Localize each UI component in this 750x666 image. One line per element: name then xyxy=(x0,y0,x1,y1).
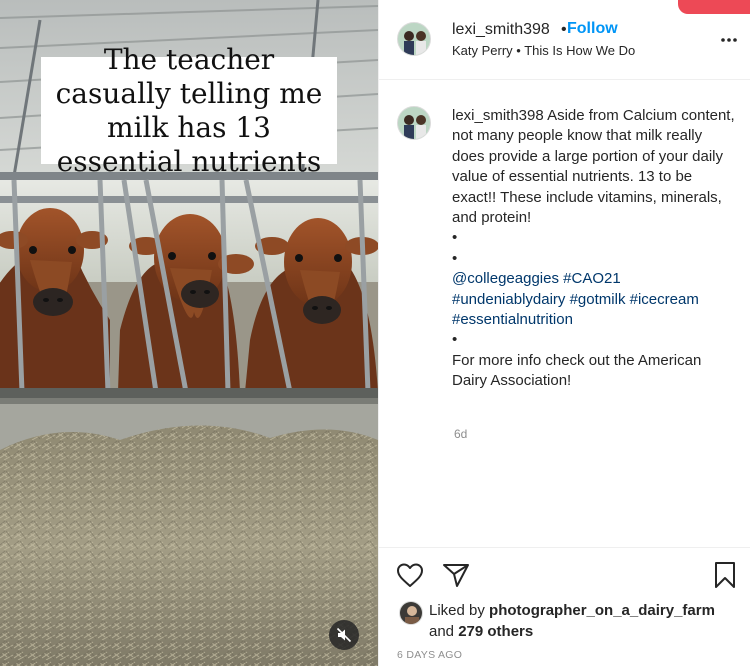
comment-text: Aside from Calcium content, not many peo… xyxy=(452,107,735,227)
and-label: and xyxy=(429,623,455,640)
post-header: lexi_smith398 • Follow Katy Perry • This… xyxy=(379,0,750,80)
bullet-line: • xyxy=(452,249,458,267)
mention-link[interactable]: @collegeaggies xyxy=(452,270,559,287)
mute-button[interactable] xyxy=(329,620,359,650)
liked-by-username[interactable]: photographer_on_a_dairy_farm xyxy=(489,602,715,619)
hashtag-link[interactable]: #icecream xyxy=(630,291,699,308)
hashtag-link[interactable]: #essentialnutrition xyxy=(452,311,573,328)
bookmark-icon xyxy=(715,562,735,588)
others-count-link[interactable]: 279 others xyxy=(458,623,533,640)
comment-avatar[interactable] xyxy=(397,106,431,140)
heart-icon xyxy=(397,563,423,587)
post-side-panel: lexi_smith398 • Follow Katy Perry • This… xyxy=(378,0,750,666)
post-author-username[interactable]: lexi_smith398 xyxy=(452,21,550,39)
caption-overlay-text: The teacher casually telling me milk has… xyxy=(55,42,323,178)
bullet-line: • xyxy=(452,331,458,349)
avatar-image xyxy=(400,602,422,624)
likes-summary: Liked by photographer_on_a_dairy_farm an… xyxy=(429,600,715,642)
more-options-button[interactable] xyxy=(719,30,739,50)
more-options-icon xyxy=(721,38,737,42)
avatar-image xyxy=(398,23,430,55)
comment-closing-text: For more info check out the American Dai… xyxy=(452,351,702,390)
bullet-line: • xyxy=(452,229,458,247)
caption-comment: lexi_smith398 Aside from Calcium content… xyxy=(452,106,737,392)
audio-track-link[interactable]: Katy Perry • This Is How We Do xyxy=(452,43,635,58)
separator-dot: • xyxy=(561,21,567,38)
speaker-muted-icon xyxy=(336,627,352,643)
share-button[interactable] xyxy=(441,560,471,590)
caption-overlay: The teacher casually telling me milk has… xyxy=(41,43,337,178)
hashtag-link[interactable]: #gotmilk xyxy=(570,291,626,308)
avatar[interactable] xyxy=(397,22,431,56)
post-media[interactable]: The teacher casually telling me milk has… xyxy=(0,0,378,666)
like-button[interactable] xyxy=(395,560,425,590)
post-timestamp[interactable]: 6 DAYS AGO xyxy=(397,649,462,661)
cow-right xyxy=(245,218,378,392)
hashtag-link[interactable]: #undeniablydairy xyxy=(452,291,565,308)
comment-username[interactable]: lexi_smith398 xyxy=(452,107,544,124)
liker-avatar[interactable] xyxy=(399,601,423,625)
save-button[interactable] xyxy=(710,560,740,590)
comment-age[interactable]: 6d xyxy=(454,427,467,441)
follow-button[interactable]: Follow xyxy=(567,20,618,38)
liked-by-prefix: Liked by xyxy=(429,602,485,619)
post-actions: Liked by photographer_on_a_dairy_farm an… xyxy=(379,547,750,666)
paper-plane-icon xyxy=(443,564,469,587)
avatar-image xyxy=(398,107,430,139)
hashtag-link[interactable]: #CAO21 xyxy=(563,270,621,287)
